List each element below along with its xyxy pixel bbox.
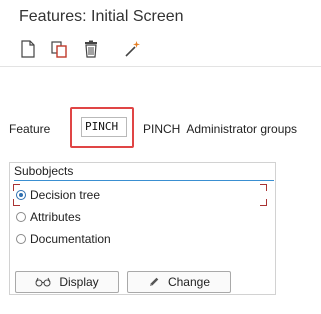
feature-label: Feature	[9, 122, 51, 136]
subobjects-group: Subobjects Decision tree Attributes Docu…	[9, 162, 276, 295]
radio-button-selected[interactable]	[16, 190, 26, 200]
radio-button[interactable]	[16, 234, 26, 244]
subobjects-title: Subobjects	[14, 164, 74, 178]
window-title: Features: Initial Screen	[19, 8, 184, 25]
toolbar	[0, 36, 321, 64]
toolbar-divider	[0, 66, 321, 67]
radio-attributes[interactable]: Attributes	[16, 208, 81, 226]
glasses-icon	[35, 277, 51, 287]
new-document-icon[interactable]	[17, 38, 39, 60]
radio-label: Decision tree	[30, 188, 101, 202]
radio-label: Documentation	[30, 232, 111, 246]
focus-corner	[260, 199, 267, 206]
radio-documentation[interactable]: Documentation	[16, 230, 111, 248]
focus-corner	[260, 184, 267, 191]
pencil-icon	[149, 277, 159, 286]
change-button-label: Change	[167, 275, 211, 289]
radio-label: Attributes	[30, 210, 81, 224]
feature-description: PINCH Administrator groups	[143, 122, 298, 136]
display-button[interactable]: Display	[15, 271, 119, 293]
title-bar: Features: Initial Screen	[0, 0, 321, 36]
radio-decision-tree[interactable]: Decision tree	[16, 186, 100, 204]
radio-button[interactable]	[16, 212, 26, 222]
change-button[interactable]: Change	[127, 271, 231, 293]
copy-icon[interactable]	[48, 38, 70, 60]
group-title-underline	[14, 180, 274, 181]
highlight-box	[70, 107, 134, 148]
delete-icon[interactable]	[80, 38, 102, 60]
display-button-label: Display	[59, 275, 99, 289]
magic-wand-icon[interactable]	[121, 38, 143, 60]
